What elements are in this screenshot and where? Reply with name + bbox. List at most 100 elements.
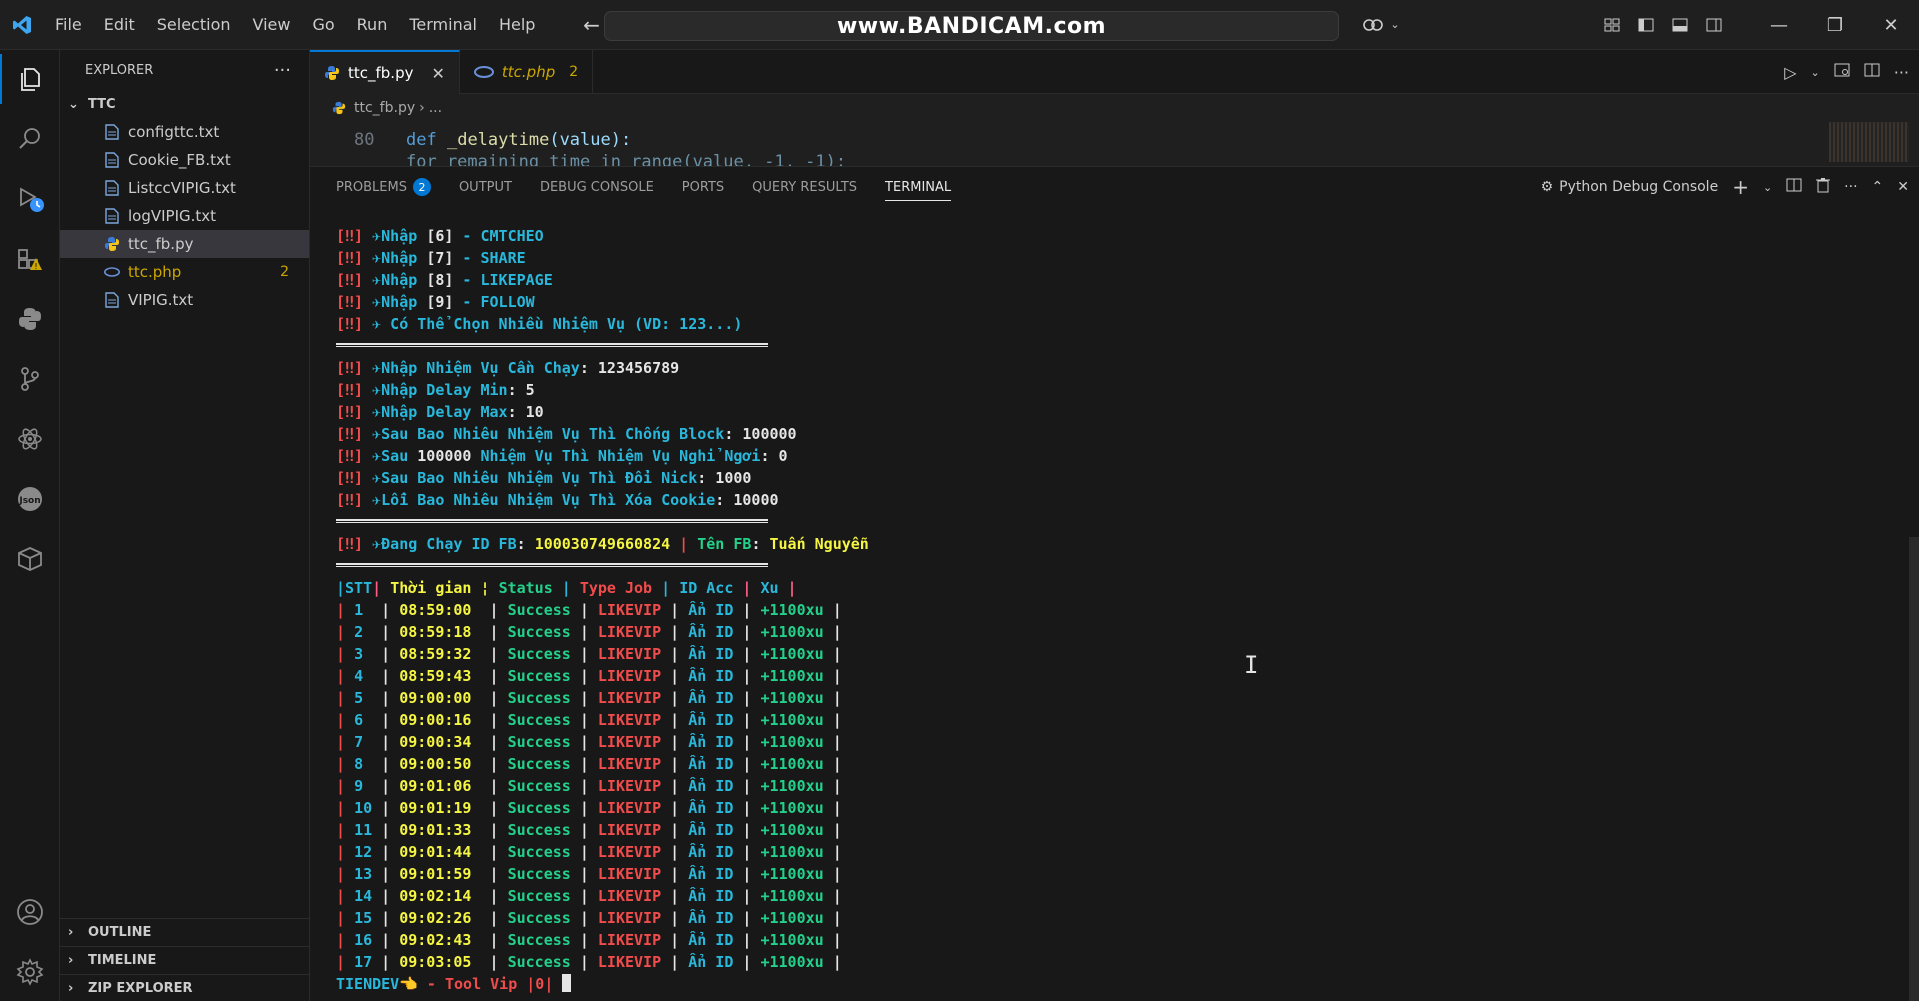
- terminal-divider: [336, 519, 768, 523]
- json-icon[interactable]: Json: [0, 474, 60, 524]
- tab-terminal[interactable]: TERMINAL: [885, 167, 952, 207]
- file-list: configttc.txt Cookie_FB.txt ListccVIPIG.tx…: [60, 118, 309, 314]
- row-time: 09:00:34: [399, 733, 472, 751]
- menu-run[interactable]: Run: [346, 0, 399, 50]
- tab-ttc-fb-py[interactable]: ttc_fb.py ✕: [310, 50, 460, 94]
- terminal-separator-text: |: [552, 579, 580, 597]
- terminal-separator-text: |: [661, 755, 689, 773]
- minimap[interactable]: [1829, 122, 1909, 162]
- split-editor-icon[interactable]: [1864, 62, 1880, 82]
- folder-ttc[interactable]: ⌄ TTC: [60, 90, 309, 118]
- timeline-section[interactable]: › TIMELINE: [60, 946, 310, 974]
- tab-problems[interactable]: PROBLEMS 2: [336, 167, 431, 207]
- outline-section[interactable]: › OUTLINE: [60, 918, 310, 946]
- close-window-icon[interactable]: ✕: [1863, 0, 1919, 50]
- menu-edit[interactable]: Edit: [93, 0, 146, 50]
- breadcrumb-file[interactable]: ttc_fb.py: [354, 100, 415, 116]
- command-center[interactable]: www.BANDICAM.com: [604, 11, 1339, 41]
- new-terminal-icon[interactable]: +: [1732, 175, 1749, 199]
- explorer-icon[interactable]: [0, 54, 60, 104]
- more-actions-icon[interactable]: ···: [1844, 179, 1857, 195]
- customize-layout-icon[interactable]: [1595, 0, 1629, 50]
- menu-help[interactable]: Help: [488, 0, 546, 50]
- close-tab-icon[interactable]: ✕: [431, 64, 444, 83]
- row-acc: Ẩn ID: [688, 623, 734, 641]
- text-file-icon: [104, 152, 120, 168]
- chevron-down-icon[interactable]: ⌄: [1811, 66, 1820, 79]
- file-item[interactable]: configttc.txt: [60, 118, 309, 146]
- zip-explorer-section[interactable]: › ZIP EXPLORER: [60, 974, 310, 1001]
- extensions-icon[interactable]: !: [0, 234, 60, 284]
- folder-label: TTC: [88, 96, 116, 112]
- terminal-separator-text: |: [733, 579, 761, 597]
- table-row: | 8 | 09:00:50 | Success | LIKEVIP | Ẩn …: [336, 753, 1836, 775]
- tab-ttc-php[interactable]: ttc.php 2: [460, 50, 594, 94]
- toggle-panel-icon[interactable]: [1663, 0, 1697, 50]
- terminal-separator-text: |: [336, 777, 355, 795]
- terminal-separator-text: |: [661, 821, 689, 839]
- restore-icon[interactable]: ❐: [1807, 0, 1863, 50]
- minimize-icon[interactable]: —: [1751, 0, 1807, 50]
- search-icon[interactable]: [0, 114, 60, 164]
- explorer-header: EXPLORER ···: [60, 50, 309, 90]
- source-control-icon[interactable]: [0, 354, 60, 404]
- row-status: Success: [507, 733, 571, 751]
- breadcrumb-rest[interactable]: ...: [429, 100, 442, 116]
- settings-gear-icon[interactable]: [0, 947, 60, 997]
- menu-selection[interactable]: Selection: [146, 0, 242, 50]
- terminal-separator-text: |: [471, 887, 508, 905]
- menu-terminal[interactable]: Terminal: [398, 0, 488, 50]
- run-debug-icon[interactable]: [0, 174, 60, 224]
- row-type: LIKEVIP: [597, 733, 662, 751]
- terminal-separator-text: |: [661, 931, 689, 949]
- menu-file[interactable]: File: [44, 0, 93, 50]
- code-view[interactable]: 80 def _delaytime(value): for remaining_…: [310, 122, 1919, 166]
- terminal-separator-text: :: [751, 535, 770, 553]
- terminal-separator-text: |: [471, 931, 508, 949]
- run-python-file-icon[interactable]: ▷: [1784, 63, 1796, 82]
- maximize-panel-icon[interactable]: ⌃: [1872, 179, 1884, 195]
- tab-output[interactable]: OUTPUT: [459, 167, 512, 207]
- file-item[interactable]: VIPIG.txt: [60, 286, 309, 314]
- accounts-icon[interactable]: [0, 887, 60, 937]
- package-icon[interactable]: [0, 534, 60, 584]
- code-keyword: def: [406, 130, 437, 150]
- chevron-down-icon[interactable]: ⌄: [1378, 0, 1412, 50]
- terminal-output[interactable]: [‼] ✈Nhập [6] - CMTCHEO [‼] ✈Nhập [7] - S…: [336, 225, 1836, 995]
- terminal-selector[interactable]: ⚙ Python Debug Console: [1541, 179, 1719, 195]
- tab-query-results[interactable]: QUERY RESULTS: [752, 167, 857, 207]
- trash-icon[interactable]: [1816, 177, 1831, 197]
- terminal-separator-text: |: [661, 887, 689, 905]
- file-item[interactable]: ttc_fb.py: [60, 230, 309, 258]
- terminal-separator-text: [363, 447, 372, 465]
- terminal-scrollbar[interactable]: [1909, 537, 1919, 1001]
- more-actions-icon[interactable]: ···: [274, 60, 291, 81]
- chevron-down-icon[interactable]: ⌄: [1763, 181, 1772, 194]
- row-status: Success: [507, 887, 571, 905]
- react-icon[interactable]: [0, 414, 60, 464]
- menu-view[interactable]: View: [242, 0, 302, 50]
- file-item[interactable]: ListccVIPIG.txt: [60, 174, 309, 202]
- tab-debug-console[interactable]: DEBUG CONSOLE: [540, 167, 654, 207]
- open-changes-icon[interactable]: [1834, 62, 1850, 82]
- file-item[interactable]: logVIPIG.txt: [60, 202, 309, 230]
- close-panel-icon[interactable]: ✕: [1897, 179, 1909, 195]
- terminal-separator-text: |: [336, 799, 355, 817]
- terminal-separator-text: |: [471, 777, 508, 795]
- terminal-separator-text: |: [733, 931, 761, 949]
- split-terminal-icon[interactable]: [1786, 177, 1802, 197]
- terminal-separator-text: :: [697, 469, 716, 487]
- toggle-sidebar-icon[interactable]: [1629, 0, 1663, 50]
- file-item[interactable]: ttc.php 2: [60, 258, 309, 286]
- vscode-logo-icon[interactable]: [0, 0, 44, 50]
- terminal-separator-text: |: [336, 755, 355, 773]
- more-actions-icon[interactable]: ···: [1894, 63, 1909, 82]
- tab-ports[interactable]: PORTS: [682, 167, 724, 207]
- table-row: | 6 | 09:00:16 | Success | LIKEVIP | Ẩn …: [336, 709, 1836, 731]
- terminal-prefix: [‼]: [336, 381, 364, 399]
- python-icon[interactable]: [0, 294, 60, 344]
- file-item[interactable]: Cookie_FB.txt: [60, 146, 309, 174]
- toggle-secondary-sidebar-icon[interactable]: [1697, 0, 1731, 50]
- menu-go[interactable]: Go: [301, 0, 345, 50]
- row-stt: 3: [354, 645, 364, 663]
